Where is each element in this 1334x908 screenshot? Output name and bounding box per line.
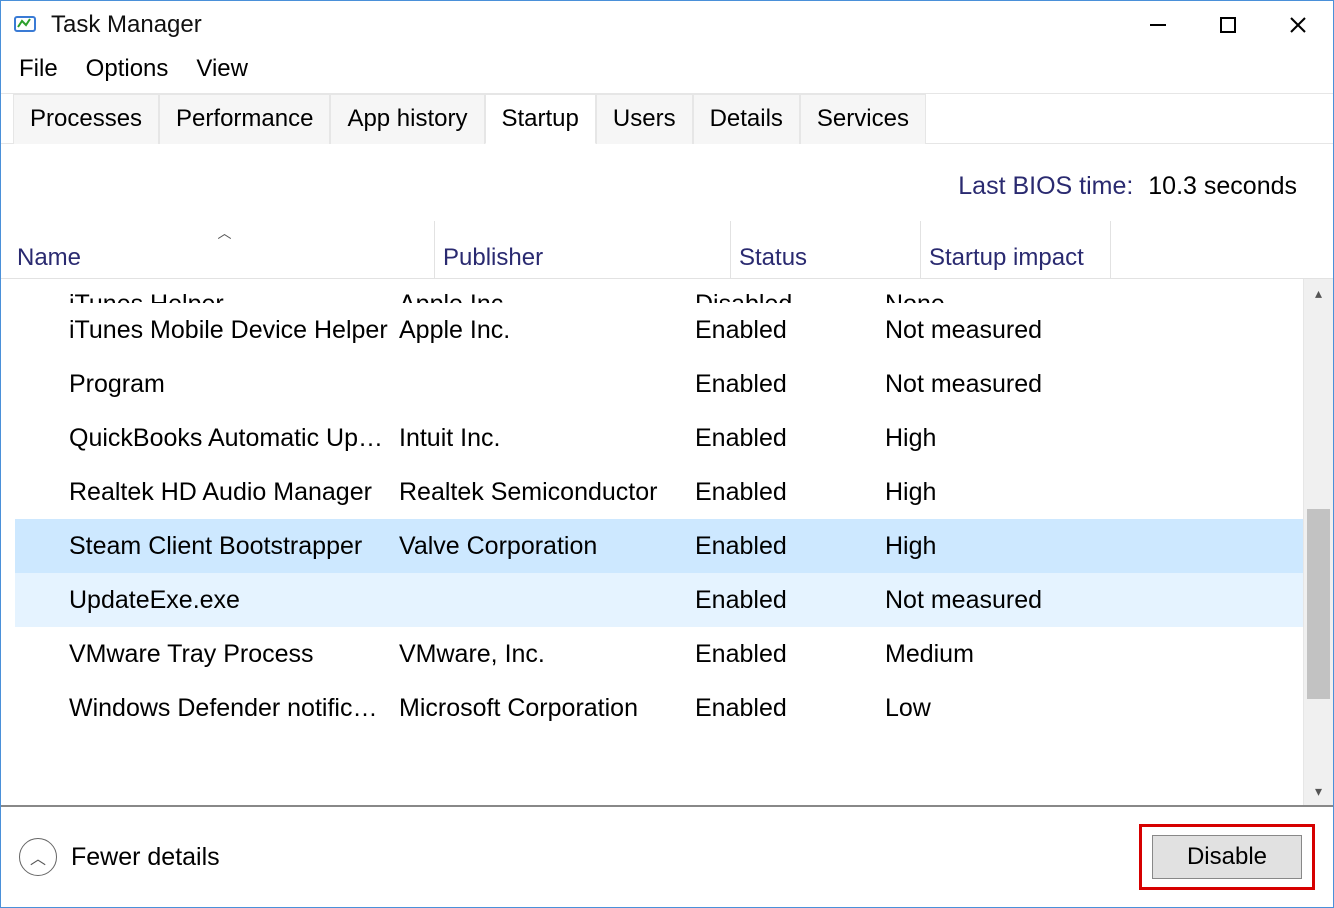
table-row[interactable]: Steam Client BootstrapperValve Corporati… bbox=[15, 519, 1303, 573]
cell-impact: Not measured bbox=[877, 586, 1067, 615]
cell-status: Enabled bbox=[687, 586, 877, 615]
cell-name: UpdateExe.exe bbox=[69, 586, 391, 615]
cell-publisher: Apple Inc. bbox=[391, 290, 687, 303]
menu-view[interactable]: View bbox=[196, 55, 248, 83]
app-icon bbox=[11, 11, 39, 39]
scroll-down-icon[interactable]: ▾ bbox=[1304, 777, 1333, 805]
cell-name: VMware Tray Process bbox=[69, 640, 391, 669]
disable-highlight: Disable bbox=[1139, 824, 1315, 890]
cell-status: Enabled bbox=[687, 640, 877, 669]
cell-name: Program bbox=[69, 370, 391, 399]
cell-name: Steam Client Bootstrapper bbox=[69, 532, 391, 561]
tabs: Processes Performance App history Startu… bbox=[1, 93, 1333, 144]
table-row[interactable]: UpdateExe.exe EnabledNot measured bbox=[15, 573, 1303, 627]
sort-ascending-icon: ︿ bbox=[218, 223, 232, 243]
cell-name: iTunes Mobile Device Helper bbox=[69, 316, 391, 345]
window-title: Task Manager bbox=[51, 11, 202, 39]
cell-impact: High bbox=[877, 532, 1067, 561]
minimize-button[interactable] bbox=[1123, 1, 1193, 49]
chevron-up-icon: ︿ bbox=[19, 838, 57, 876]
itunes-icon bbox=[15, 279, 69, 303]
tab-services[interactable]: Services bbox=[800, 94, 926, 144]
tab-processes[interactable]: Processes bbox=[13, 94, 159, 144]
menubar: File Options View bbox=[1, 49, 1333, 94]
cell-name: Realtek HD Audio Manager bbox=[69, 478, 391, 507]
table-row[interactable]: iTunes Mobile Device HelperApple Inc.Ena… bbox=[15, 303, 1303, 357]
bios-label: Last BIOS time: bbox=[958, 172, 1133, 200]
update-icon bbox=[15, 587, 69, 613]
cell-impact: High bbox=[877, 478, 1067, 507]
scroll-up-icon[interactable]: ▴ bbox=[1304, 279, 1333, 307]
cell-status: Enabled bbox=[687, 694, 877, 723]
bios-time: Last BIOS time: 10.3 seconds bbox=[1, 144, 1333, 221]
close-button[interactable] bbox=[1263, 1, 1333, 49]
table-row[interactable]: QuickBooks Automatic Upd...Intuit Inc.En… bbox=[15, 411, 1303, 465]
column-publisher[interactable]: Publisher bbox=[435, 221, 731, 278]
tab-details[interactable]: Details bbox=[693, 94, 800, 144]
footer: ︿ Fewer details Disable bbox=[1, 807, 1333, 907]
table-row[interactable]: Windows Defender notificati...Microsoft … bbox=[15, 681, 1303, 735]
column-name[interactable]: ︿ Name bbox=[15, 221, 435, 278]
menu-file[interactable]: File bbox=[19, 55, 58, 83]
audio-icon bbox=[15, 479, 69, 505]
cell-impact: Not measured bbox=[877, 370, 1067, 399]
cell-publisher: Apple Inc. bbox=[391, 316, 687, 345]
tab-performance[interactable]: Performance bbox=[159, 94, 330, 144]
cell-name: Windows Defender notificati... bbox=[69, 694, 391, 723]
cell-publisher: VMware, Inc. bbox=[391, 640, 687, 669]
cell-status: Enabled bbox=[687, 424, 877, 453]
cell-publisher: Realtek Semiconductor bbox=[391, 478, 687, 507]
tab-startup[interactable]: Startup bbox=[485, 94, 596, 144]
cell-impact: None bbox=[877, 290, 1067, 303]
itunes-icon bbox=[15, 317, 69, 343]
cell-name: iTunes Helper bbox=[69, 290, 391, 303]
tab-app-history[interactable]: App history bbox=[330, 94, 484, 144]
cell-status: Enabled bbox=[687, 316, 877, 345]
vmware-icon bbox=[15, 641, 69, 667]
cell-status: Enabled bbox=[687, 370, 877, 399]
bios-value: 10.3 seconds bbox=[1148, 172, 1297, 200]
tab-users[interactable]: Users bbox=[596, 94, 693, 144]
column-headers: ︿ Name Publisher Status Startup impact bbox=[1, 221, 1333, 279]
cell-impact: High bbox=[877, 424, 1067, 453]
cell-impact: Not measured bbox=[877, 316, 1067, 345]
menu-options[interactable]: Options bbox=[86, 55, 169, 83]
table-row[interactable]: Program EnabledNot measured bbox=[15, 357, 1303, 411]
maximize-button[interactable] bbox=[1193, 1, 1263, 49]
steam-icon bbox=[15, 533, 69, 559]
fewer-details-button[interactable]: ︿ Fewer details bbox=[19, 838, 220, 876]
file-icon bbox=[15, 371, 69, 397]
scroll-thumb[interactable] bbox=[1307, 509, 1330, 699]
table-row[interactable]: iTunes HelperApple Inc.DisabledNone bbox=[15, 279, 1303, 303]
table-row[interactable]: VMware Tray ProcessVMware, Inc.EnabledMe… bbox=[15, 627, 1303, 681]
cell-impact: Low bbox=[877, 694, 1067, 723]
table-row[interactable]: Realtek HD Audio ManagerRealtek Semicond… bbox=[15, 465, 1303, 519]
startup-list: iTunes HelperApple Inc.DisabledNoneiTune… bbox=[1, 279, 1303, 805]
disable-button[interactable]: Disable bbox=[1152, 835, 1302, 879]
defender-icon bbox=[15, 695, 69, 721]
quickbooks-icon bbox=[15, 425, 69, 451]
cell-publisher: Intuit Inc. bbox=[391, 424, 687, 453]
cell-publisher: Microsoft Corporation bbox=[391, 694, 687, 723]
cell-status: Enabled bbox=[687, 478, 877, 507]
cell-status: Disabled bbox=[687, 290, 877, 303]
scrollbar[interactable]: ▴ ▾ bbox=[1303, 279, 1333, 805]
cell-impact: Medium bbox=[877, 640, 1067, 669]
cell-name: QuickBooks Automatic Upd... bbox=[69, 424, 391, 453]
column-impact[interactable]: Startup impact bbox=[921, 221, 1111, 278]
column-status[interactable]: Status bbox=[731, 221, 921, 278]
cell-status: Enabled bbox=[687, 532, 877, 561]
titlebar: Task Manager bbox=[1, 1, 1333, 49]
cell-publisher: Valve Corporation bbox=[391, 532, 687, 561]
